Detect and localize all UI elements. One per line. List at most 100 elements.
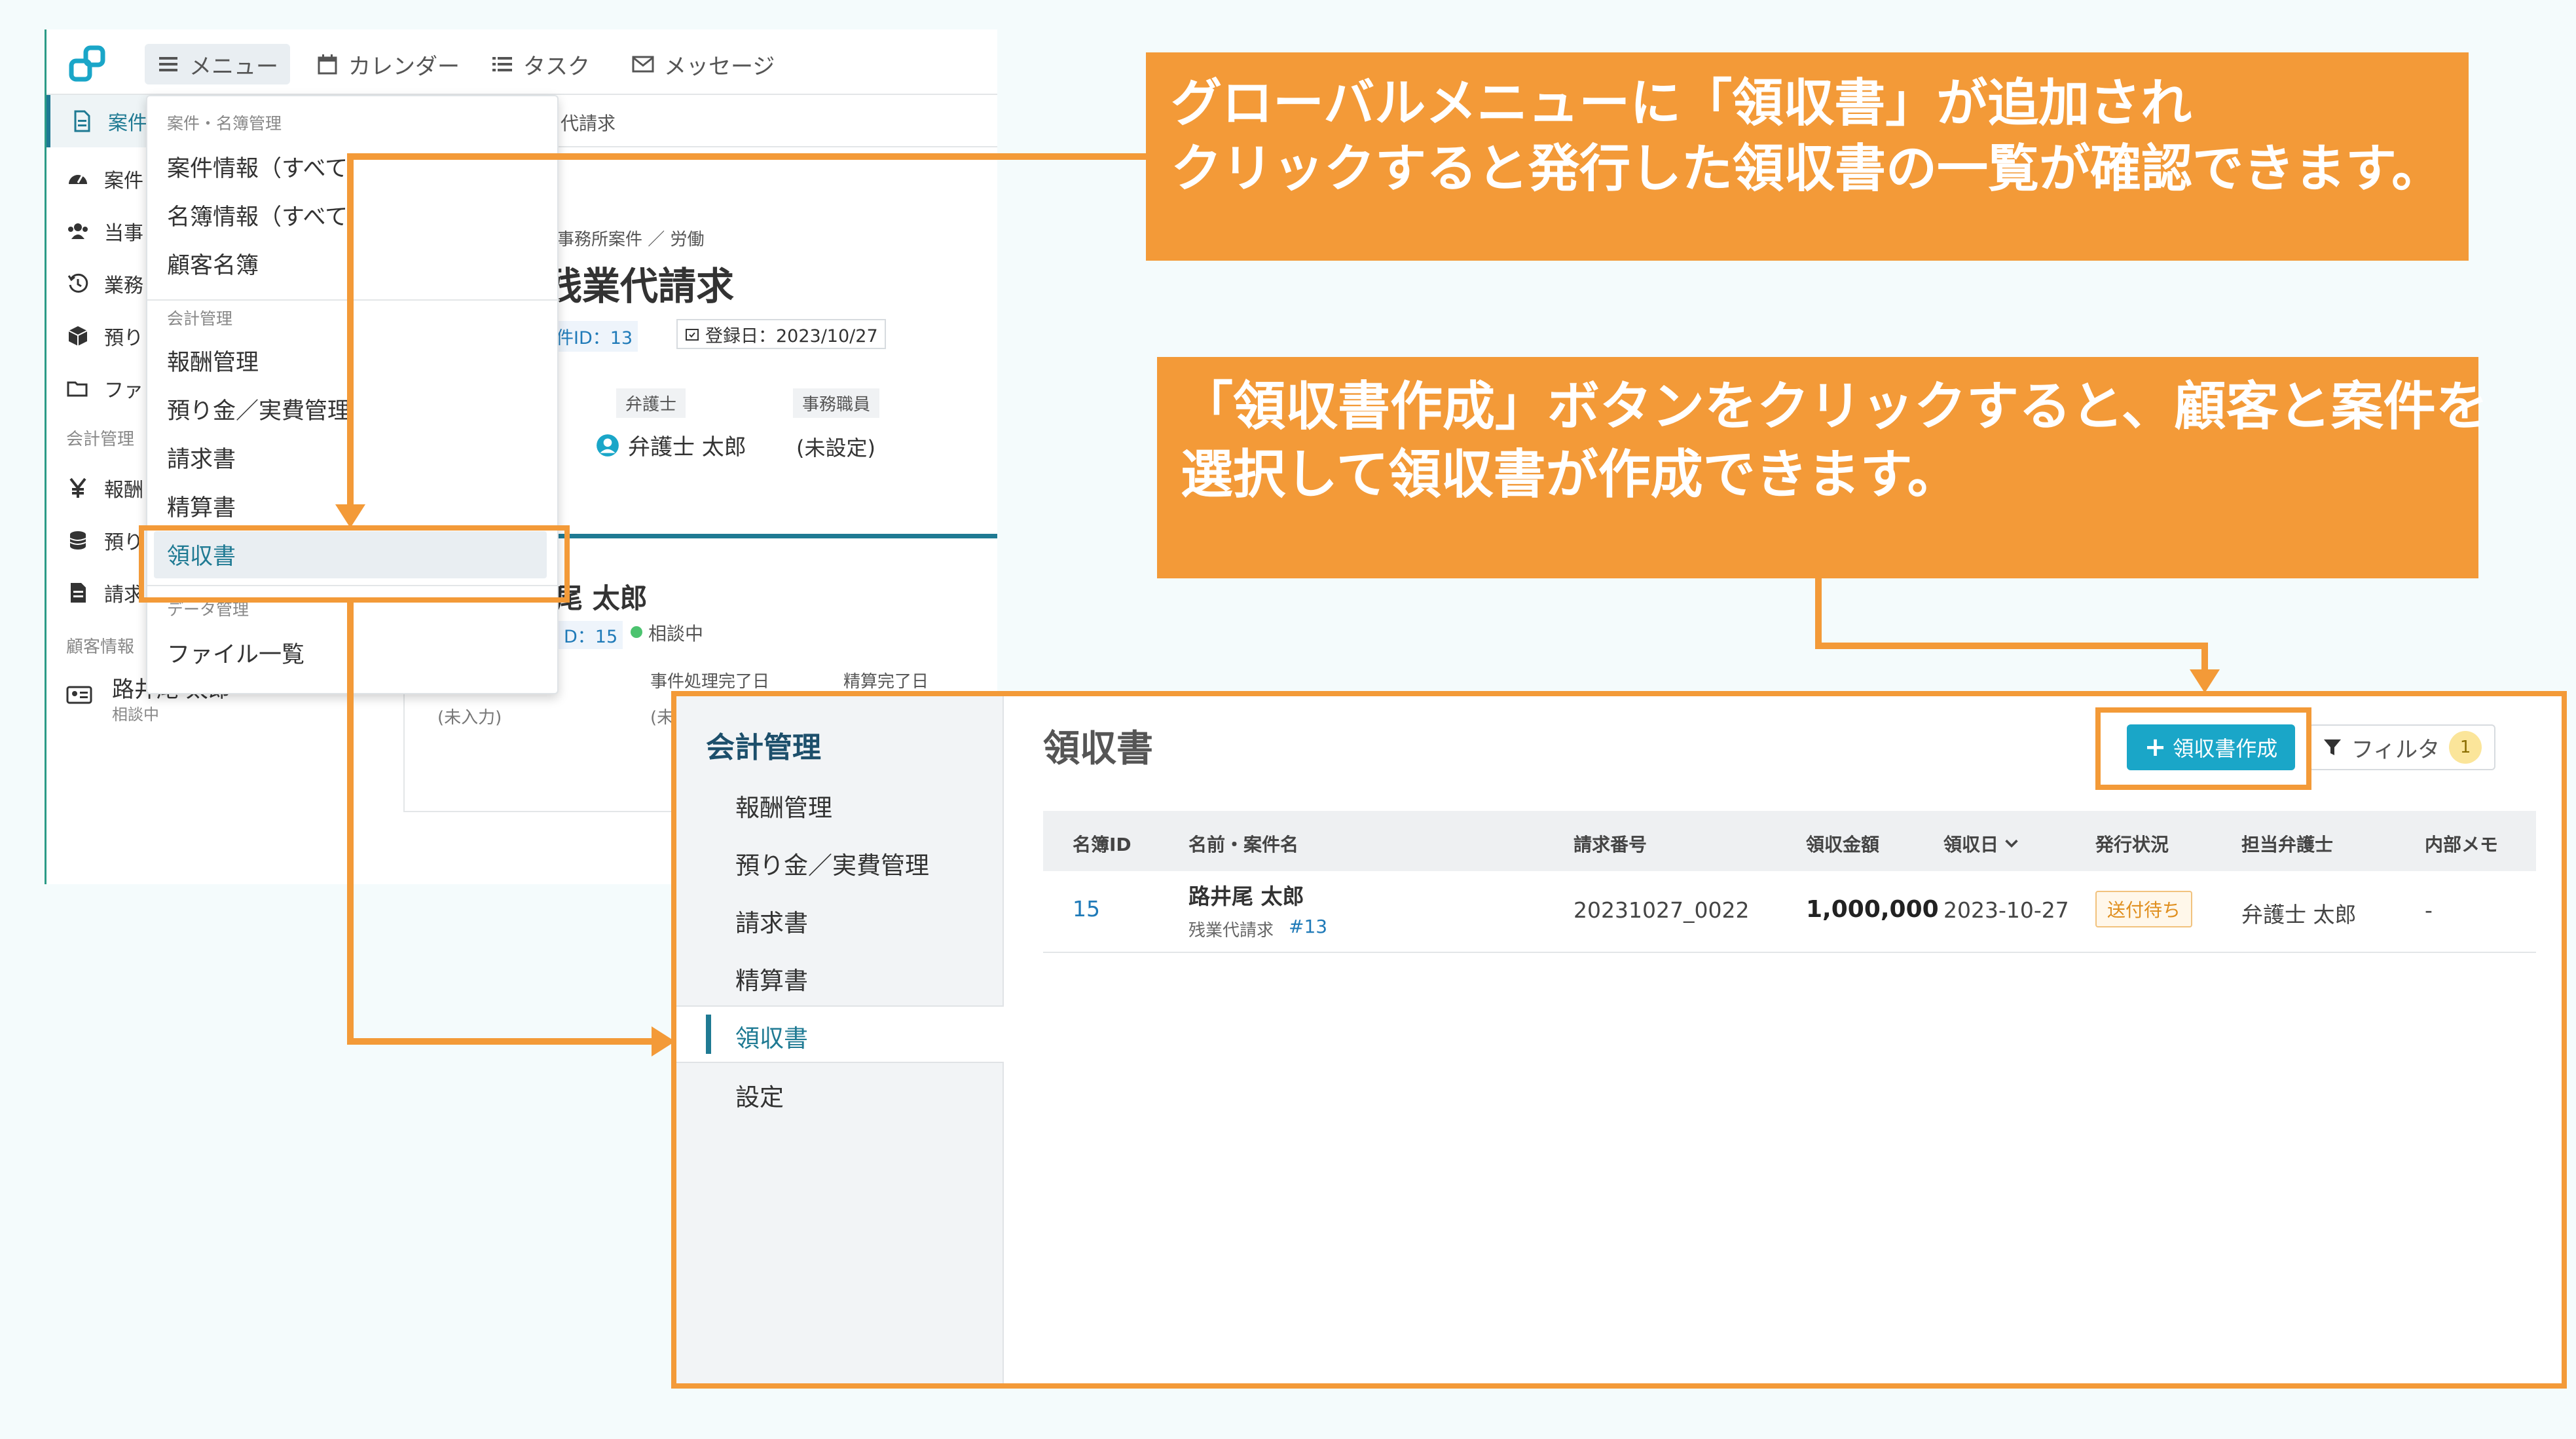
client-id-badge: D：15 bbox=[559, 621, 623, 649]
tab-underline bbox=[531, 534, 997, 538]
customer-status: 相談中 bbox=[112, 705, 159, 724]
filter-icon bbox=[2323, 739, 2341, 755]
user-circle-icon bbox=[597, 434, 619, 457]
lawyer-label: 弁護士 bbox=[616, 388, 686, 418]
table-header: 名簿ID 名前・案件名 請求番号 領収金額 領収日 発行状況 担当弁護士 内部メ… bbox=[1043, 811, 2536, 871]
case-title: 残業代請求 bbox=[544, 264, 735, 308]
breadcrumb-tail: 代請求 bbox=[561, 113, 616, 134]
registered-date-badge: 登録日：2023/10/27 bbox=[676, 319, 886, 349]
menu-divider bbox=[147, 299, 560, 301]
receipt-menu-highlight-frame bbox=[139, 525, 570, 603]
sidebar-item-settlement[interactable]: 精算書 bbox=[735, 961, 808, 996]
sidebar-item-fees[interactable]: 報酬管理 bbox=[735, 788, 832, 823]
menu-item-deposits[interactable]: 預り金／実費管理 bbox=[167, 392, 350, 426]
case-breadcrumb: 代請求 bbox=[531, 95, 997, 147]
document-icon bbox=[74, 110, 90, 132]
cell-lawyer: 弁護士 太郎 bbox=[2241, 902, 2357, 927]
field-value-1: (未入力) bbox=[437, 708, 502, 728]
box-icon bbox=[68, 326, 88, 346]
filter-button[interactable]: フィルタ 1 bbox=[2309, 724, 2495, 770]
menu-item-settlement[interactable]: 精算書 bbox=[167, 489, 236, 523]
col-roster-id[interactable]: 名簿ID bbox=[1073, 831, 1132, 857]
history-icon bbox=[67, 273, 88, 293]
arrow-down-icon bbox=[2190, 669, 2220, 693]
menu-section-accounting: 会計管理 bbox=[167, 309, 233, 328]
field-label-3: 精算完了日 bbox=[843, 672, 929, 692]
sidebar-section-accounting: 会計管理 bbox=[66, 430, 135, 449]
sidebar-item-receipt-active[interactable] bbox=[676, 1005, 1004, 1063]
table-row[interactable]: 15 路井尾 太郎 残業代請求 #13 20231027_0022 1,000,… bbox=[1043, 871, 2536, 953]
coins-icon bbox=[69, 531, 86, 550]
nav-menu-button[interactable]: メニュー bbox=[145, 44, 290, 84]
connector-line bbox=[347, 603, 354, 1045]
menu-item-fees[interactable]: 報酬管理 bbox=[167, 344, 259, 377]
cell-name[interactable]: 路井尾 太郎 bbox=[1188, 879, 1304, 910]
col-lawyer[interactable]: 担当弁護士 bbox=[2241, 831, 2333, 857]
sidebar-item-settings[interactable]: 設定 bbox=[735, 1077, 784, 1113]
gauge-icon bbox=[69, 174, 87, 184]
sidebar-item-label: 当事 bbox=[104, 222, 143, 245]
yen-icon bbox=[69, 477, 86, 498]
nav-calendar[interactable]: カレンダー bbox=[304, 44, 471, 84]
callout-create-line2: 選択して領収書が作成できます。 bbox=[1181, 444, 1960, 505]
lawyer-value: 弁護士 太郎 bbox=[595, 429, 746, 461]
nav-message[interactable]: メッセージ bbox=[619, 44, 786, 84]
callout-global-menu-line1: グローバルメニューに「領収書」が追加され bbox=[1171, 74, 2192, 133]
cell-roster-id[interactable]: 15 bbox=[1073, 896, 1100, 922]
calendar-icon bbox=[318, 54, 337, 75]
cell-invoice-no: 20231027_0022 bbox=[1573, 897, 1750, 923]
cell-case-link[interactable]: #13 bbox=[1289, 916, 1327, 937]
col-name-case[interactable]: 名前・案件名 bbox=[1188, 831, 1298, 857]
filter-count-badge: 1 bbox=[2449, 731, 2482, 764]
receipt-list-screenshot: 会計管理 報酬管理 預り金／実費管理 請求書 精算書 領収書 設定 領収書 + … bbox=[671, 691, 2567, 1389]
sidebar-item-invoice[interactable]: 請求書 bbox=[735, 903, 808, 939]
col-date-sortable[interactable]: 領収日 bbox=[1943, 831, 2019, 857]
callout-global-menu-line2: クリックすると発行した領収書の一覧が確認できます。 bbox=[1171, 140, 2443, 198]
status-badge: 送付待ち bbox=[2095, 891, 2193, 927]
list-icon bbox=[492, 57, 512, 71]
staff-label: 事務職員 bbox=[793, 388, 880, 418]
global-header: メニュー カレンダー タスク メッセージ bbox=[46, 29, 997, 95]
sidebar-item-label: 請求 bbox=[104, 584, 143, 607]
sidebar-item-deposits[interactable]: 預り金／実費管理 bbox=[735, 846, 929, 881]
menu-item-customer-roster[interactable]: 顧客名簿 bbox=[167, 247, 259, 280]
menu-item-case-info[interactable]: 案件情報（すべて bbox=[167, 150, 348, 183]
sidebar-item-label: 案件 bbox=[104, 170, 143, 193]
client-status: 相談中 bbox=[648, 623, 704, 645]
folder-icon bbox=[67, 381, 88, 397]
staff-value: (未設定) bbox=[796, 436, 875, 460]
menu-item-files[interactable]: ファイル一覧 bbox=[167, 636, 304, 669]
calendar-check-icon bbox=[686, 329, 699, 341]
case-category: 事務所案件 ／ 労働 bbox=[557, 230, 705, 250]
cell-case-name: 残業代請求 bbox=[1188, 921, 1274, 941]
nav-task[interactable]: タスク bbox=[479, 44, 602, 84]
col-memo[interactable]: 内部メモ bbox=[2425, 831, 2498, 857]
nav-menu-label: メニュー bbox=[189, 53, 278, 80]
mail-icon bbox=[632, 56, 654, 73]
sidebar-item-receipt[interactable]: 領収書 bbox=[735, 1019, 808, 1054]
col-amount[interactable]: 領収金額 bbox=[1806, 831, 1879, 857]
col-invoice-no[interactable]: 請求番号 bbox=[1573, 831, 1647, 857]
callout-create-line1: 「領収書作成」ボタンをクリックすると、顧客と案件を bbox=[1181, 376, 2488, 437]
menu-item-invoice[interactable]: 請求書 bbox=[167, 441, 236, 474]
sidebar-item-label: 預り bbox=[104, 531, 143, 554]
id-card-icon bbox=[66, 686, 92, 704]
arrow-down-icon bbox=[335, 504, 365, 528]
page-title: 領収書 bbox=[1043, 728, 1153, 770]
menu-section-case: 案件・名簿管理 bbox=[167, 114, 282, 133]
chevron-down-icon bbox=[2005, 839, 2018, 848]
col-status[interactable]: 発行状況 bbox=[2095, 831, 2169, 857]
field-label-2: 事件処理完了日 bbox=[650, 672, 770, 692]
nav-calendar-label: カレンダー bbox=[348, 53, 460, 80]
invoice-icon bbox=[71, 583, 86, 603]
accounting-sidebar-title: 会計管理 bbox=[706, 731, 821, 764]
case-id-badge: 件ID：13 bbox=[551, 321, 638, 352]
status-dot bbox=[631, 626, 642, 638]
menu-item-roster-info[interactable]: 名簿情報（すべて bbox=[167, 198, 348, 232]
accounting-sidebar: 会計管理 報酬管理 預り金／実費管理 請求書 精算書 領収書 設定 bbox=[676, 696, 1004, 1383]
cell-memo: - bbox=[2425, 897, 2433, 923]
nav-task-label: タスク bbox=[523, 53, 590, 80]
cell-amount: 1,000,000 bbox=[1806, 896, 1939, 923]
sidebar-item-label: 案件 bbox=[108, 112, 147, 135]
nav-message-label: メッセージ bbox=[664, 53, 775, 80]
